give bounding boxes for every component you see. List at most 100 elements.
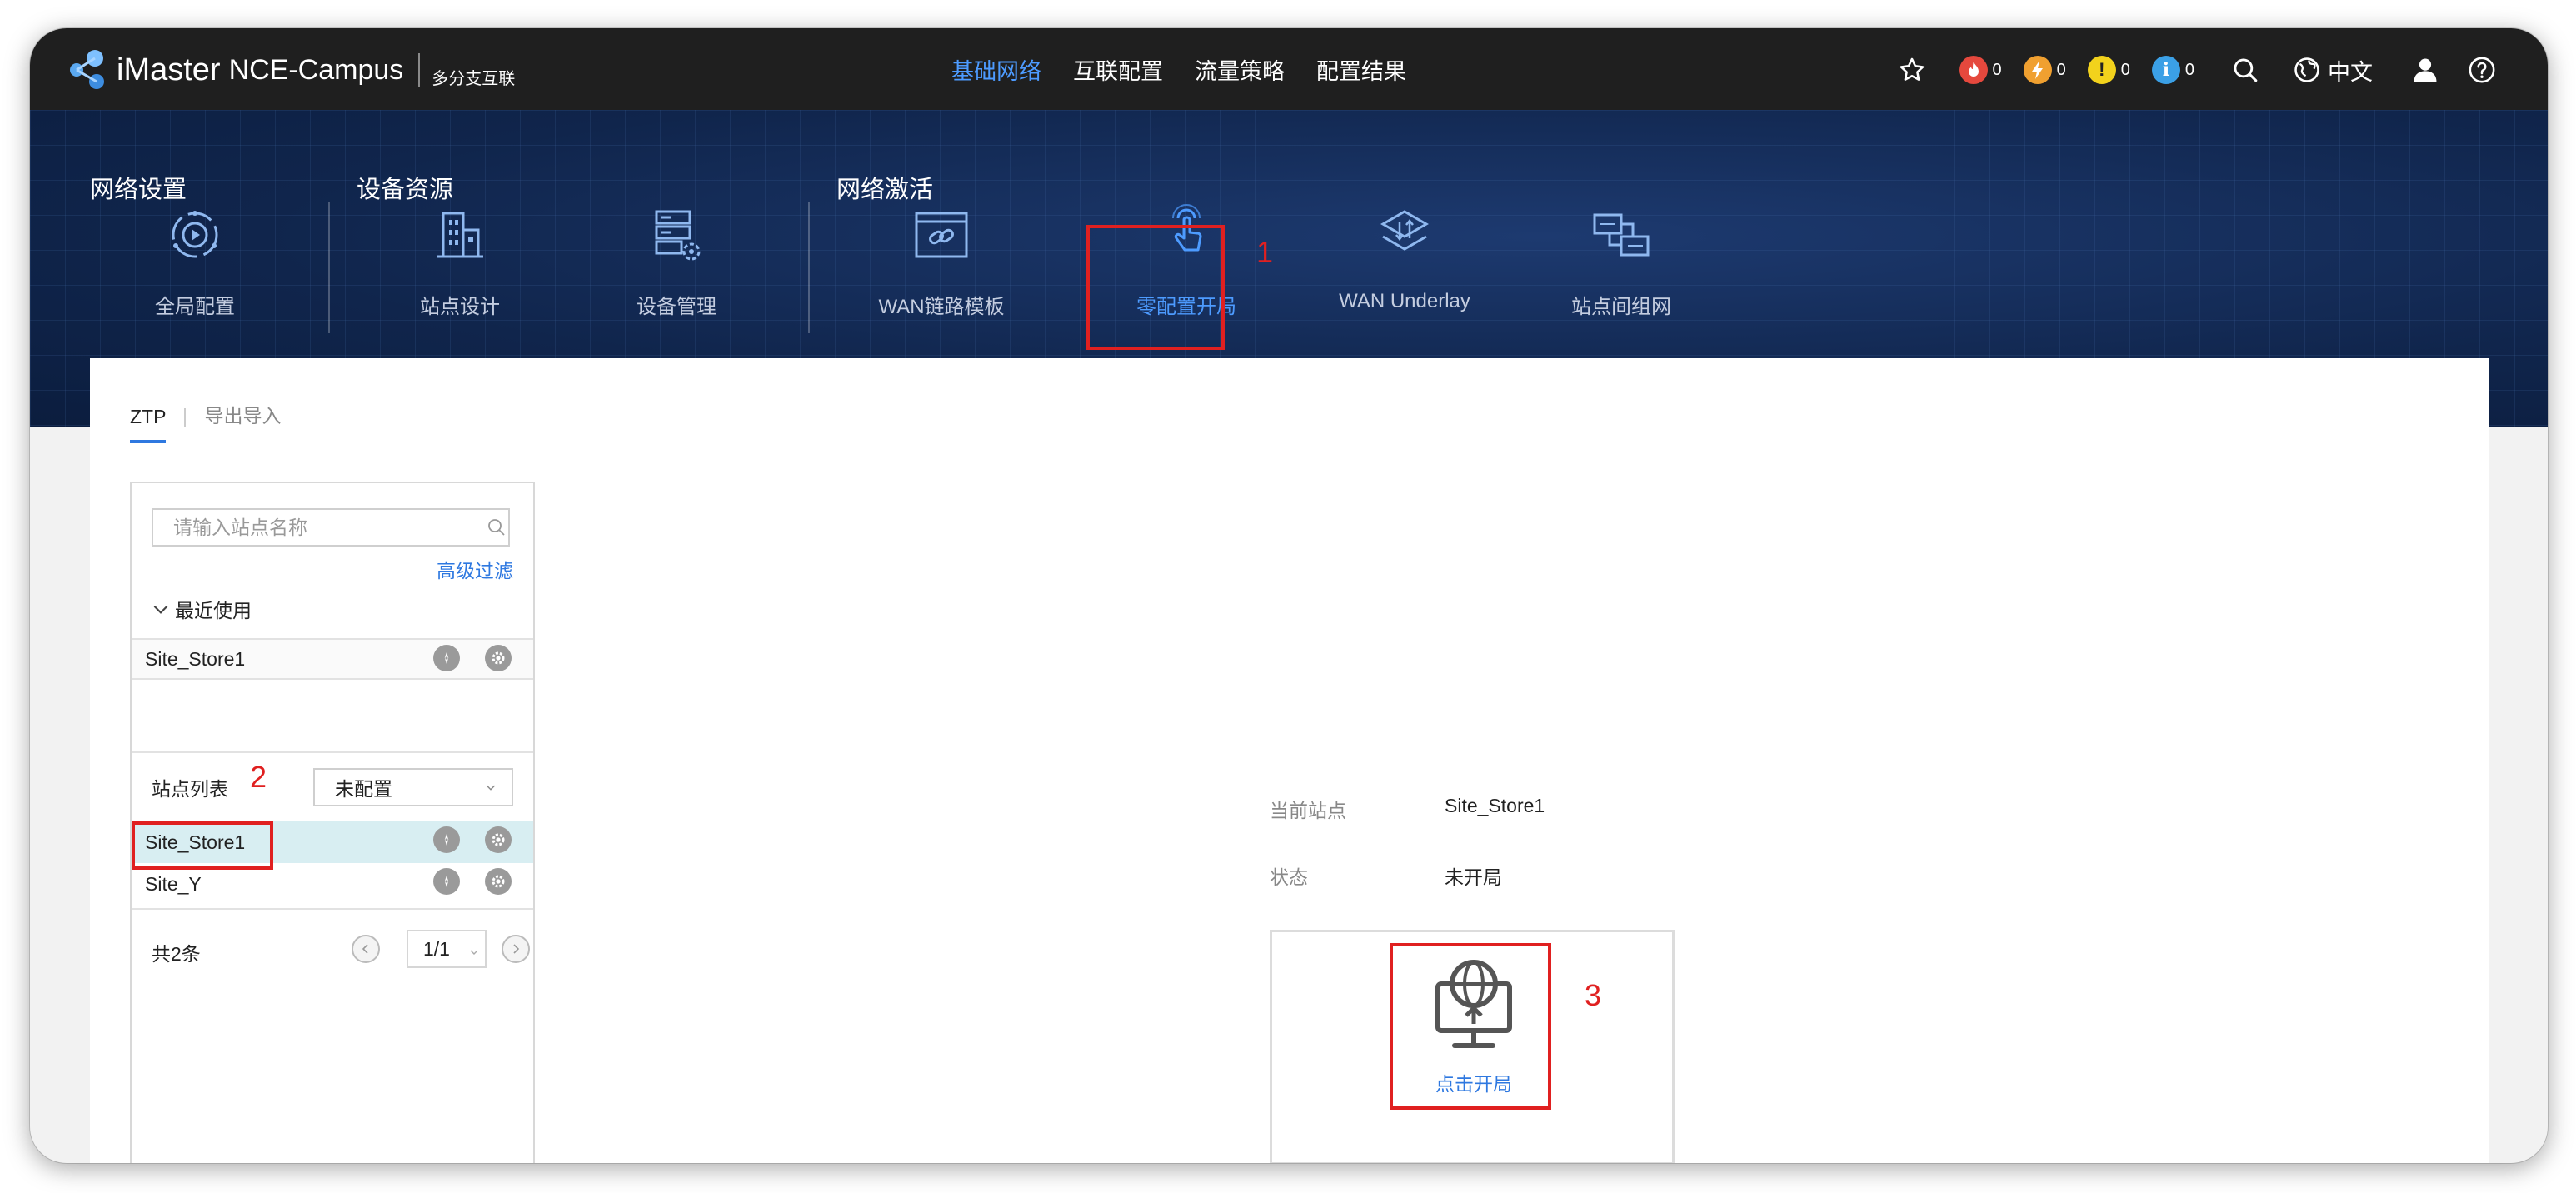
chevron-right-icon (513, 944, 520, 954)
app-window: iMaster NCE-Campus 多分支互联 基础网络 互联配置 流量策略 … (30, 28, 2548, 1163)
site-search (152, 508, 510, 547)
star-icon (1900, 57, 1924, 81)
help-button[interactable] (2468, 56, 2496, 84)
global-config-icon (172, 211, 218, 258)
next-page-button[interactable] (502, 935, 530, 963)
settings-icon[interactable] (485, 826, 512, 853)
settings-icon[interactable] (485, 645, 512, 671)
user-icon (2414, 58, 2437, 82)
recent-site-row[interactable]: Site_Store1 (132, 638, 533, 680)
func-label: 站点设计 (420, 296, 500, 318)
site-list-label: 站点列表 (152, 778, 228, 800)
site-search-input[interactable] (153, 515, 483, 540)
navigate-icon[interactable] (433, 826, 460, 853)
status-value: 未开局 (1445, 866, 1502, 888)
server-gear-icon (655, 210, 701, 261)
func-label: 全局配置 (155, 296, 235, 318)
favorite-button[interactable] (1898, 56, 1926, 84)
navigate-icon[interactable] (433, 645, 460, 671)
brand-name: iMaster (117, 52, 221, 87)
current-site-label: 当前站点 (1270, 800, 1346, 821)
section-divider (132, 908, 533, 910)
content-panel: ZTP 导出导入 高级过滤 最近使用 Site_Store1 (90, 358, 2489, 1163)
group-divider (328, 202, 330, 333)
site-name: Site_Store1 (145, 647, 246, 670)
chevron-down-icon (486, 785, 496, 791)
func-label: WAN链路模板 (878, 296, 1005, 318)
alarm-minor-count: 0 (2120, 60, 2130, 79)
alarm-info[interactable]: i 0 (2151, 56, 2194, 84)
func-wan-link-template[interactable]: WAN链路模板 (858, 202, 1025, 319)
logo[interactable]: iMaster NCE-Campus 多分支互联 (68, 47, 515, 93)
nav-interconnect-config[interactable]: 互联配置 (1073, 53, 1163, 86)
chevron-left-icon (362, 944, 368, 954)
group-title-network-activation: 网络激活 (836, 177, 934, 203)
tab-divider (184, 408, 187, 427)
row-actions (433, 826, 512, 853)
nav-config-result[interactable]: 配置结果 (1316, 53, 1406, 86)
recent-section-toggle[interactable]: 最近使用 (150, 595, 252, 623)
bolt-icon (2023, 56, 2052, 84)
func-label: 站点间组网 (1571, 296, 1671, 318)
func-device-management[interactable]: 设备管理 (593, 202, 760, 319)
current-site-value: Site_Store1 (1445, 795, 1545, 816)
alarm-minor[interactable]: ! 0 (2087, 56, 2130, 84)
language-switch[interactable]: 中文 (2293, 54, 2373, 87)
func-site-design[interactable]: 站点设计 (377, 202, 543, 319)
pagination: 共2条 1/1 (152, 930, 530, 971)
help-icon (2469, 57, 2495, 83)
tab-bar: ZTP 导出导入 (130, 400, 281, 443)
tab-ztp[interactable]: ZTP (130, 406, 167, 443)
recent-section-title: 最近使用 (175, 600, 252, 621)
building-icon (437, 212, 483, 258)
annotation-box-2 (132, 821, 273, 870)
site-status-filter-value: 未配置 (335, 778, 392, 800)
site-status-filter[interactable]: 未配置 (313, 768, 513, 806)
nav-basic-network[interactable]: 基础网络 (951, 53, 1041, 86)
annotation-box-3 (1390, 943, 1551, 1110)
brand-divider (418, 53, 421, 87)
group-divider (808, 202, 810, 333)
search-button[interactable] (2231, 56, 2259, 84)
page-value: 1/1 (423, 937, 450, 960)
func-global-config[interactable]: 全局配置 (112, 202, 278, 319)
link-template-icon (915, 212, 968, 258)
alarm-critical[interactable]: 0 (1959, 56, 2002, 84)
tab-export-import[interactable]: 导出导入 (204, 400, 281, 443)
alarm-info-count: 0 (2184, 60, 2194, 79)
logo-mark-icon (70, 50, 104, 89)
alarm-major-count: 0 (2056, 60, 2066, 79)
prev-page-button[interactable] (352, 935, 380, 963)
top-bar: iMaster NCE-Campus 多分支互联 基础网络 互联配置 流量策略 … (30, 28, 2548, 110)
info-icon: i (2151, 56, 2180, 84)
annotation-step-1: 1 (1256, 235, 1274, 269)
scenario-label: 多分支互联 (432, 69, 516, 88)
chevron-down-icon (470, 950, 478, 955)
search-icon[interactable] (487, 517, 507, 537)
search-icon (2234, 58, 2258, 82)
user-menu[interactable] (2411, 56, 2439, 84)
row-actions (433, 645, 512, 671)
annotation-step-2: 2 (250, 760, 267, 794)
site-network-icon (1593, 213, 1650, 257)
advanced-filter-link[interactable]: 高级过滤 (437, 555, 513, 583)
settings-icon[interactable] (485, 868, 512, 895)
func-wan-underlay[interactable]: WAN Underlay (1321, 202, 1488, 313)
annotation-step-3: 3 (1585, 978, 1602, 1012)
func-site-interconnect[interactable]: 站点间组网 (1538, 202, 1705, 319)
section-divider (132, 751, 533, 753)
main-nav: 基础网络 互联配置 流量策略 配置结果 (951, 53, 1406, 86)
navigate-icon[interactable] (433, 868, 460, 895)
status-label: 状态 (1270, 866, 1308, 888)
alarm-major[interactable]: 0 (2023, 56, 2066, 84)
group-title-device-resources: 设备资源 (357, 177, 454, 203)
site-name: Site_Y (145, 872, 202, 895)
group-title-network-settings: 网络设置 (90, 177, 187, 203)
globe-icon (2294, 57, 2319, 82)
header-tools: 0 0 ! 0 i 0 中文 (1876, 48, 2497, 92)
fire-icon (1959, 56, 1988, 84)
func-label: WAN Underlay (1339, 290, 1470, 312)
nav-traffic-policy[interactable]: 流量策略 (1195, 53, 1285, 86)
page-selector[interactable]: 1/1 (407, 930, 487, 968)
chevron-down-icon (153, 605, 168, 614)
